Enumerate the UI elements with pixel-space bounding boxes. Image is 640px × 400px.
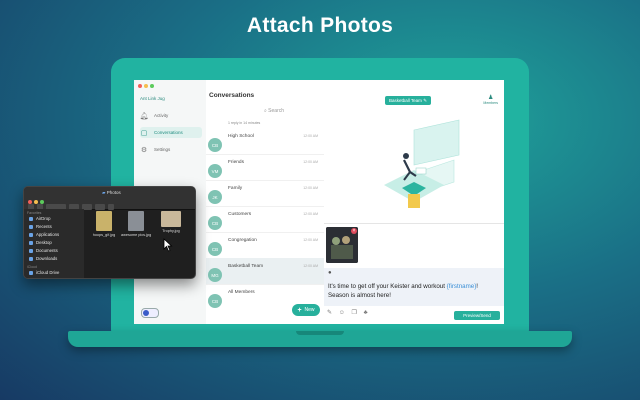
- empty-chat-illustration: [384, 119, 460, 208]
- members-icon: ♟: [488, 95, 494, 101]
- avatar: CB: [208, 216, 222, 230]
- document-icon: [29, 248, 33, 253]
- sidebar-item-conversations[interactable]: ▢ Conversations: [140, 127, 202, 138]
- basketball-emoji-icon: ●: [328, 270, 332, 276]
- list-item[interactable]: CB Congregation 12:00 AM: [206, 232, 324, 259]
- attached-photo-thumbnail[interactable]: ×: [326, 227, 358, 263]
- image-file-icon: [96, 211, 112, 231]
- copy-icon[interactable]: ❐: [352, 310, 357, 316]
- sidebar-item-label: Activity: [154, 113, 169, 118]
- list-item[interactable]: CB High School 12:00 AM: [206, 128, 324, 155]
- finder-window: ▰ Photos Favorites AirDrop Recents Appli…: [23, 186, 196, 279]
- desktop-icon: [29, 240, 33, 245]
- remove-attachment-icon[interactable]: ×: [351, 228, 357, 234]
- folder-icon: ▰: [102, 190, 106, 195]
- conversation-subtitle: 1 reply in 14 minutes: [228, 121, 261, 125]
- mouse-cursor-icon: [163, 238, 173, 252]
- sidebar-item-airdrop[interactable]: AirDrop: [29, 216, 51, 221]
- gear-icon: ⚙: [140, 146, 148, 154]
- window-controls[interactable]: [138, 84, 156, 90]
- composer-toolbar: ✎ ☺ ❐ ♣: [327, 309, 373, 316]
- list-item[interactable]: CB Customers 12:00 AM: [206, 206, 324, 233]
- image-file-icon: [161, 211, 181, 227]
- clock-icon: [29, 224, 33, 229]
- laptop-base: [68, 331, 572, 347]
- avatar: CB: [208, 138, 222, 152]
- avatar: VM: [208, 164, 222, 178]
- theme-toggle[interactable]: [141, 308, 159, 318]
- sidebar-item-desktop[interactable]: Desktop: [29, 240, 52, 245]
- message-composer[interactable]: ● It's time to get off your Keister and …: [324, 268, 504, 306]
- list-item[interactable]: VM Friends 12:00 AM: [206, 154, 324, 181]
- cloud-icon: [29, 270, 33, 275]
- conversation-list: Conversations ⌕ Search 1 reply in 14 min…: [206, 80, 325, 324]
- members-button[interactable]: ♟ Members: [483, 94, 498, 105]
- image-file-icon: [128, 211, 144, 231]
- avatar: MG: [208, 268, 222, 282]
- file-item[interactable]: hoops_gif.jpg: [89, 211, 119, 237]
- bell-icon: 🔔︎: [139, 112, 149, 120]
- file-item[interactable]: Trophy.jpg: [156, 211, 186, 233]
- search-input[interactable]: ⌕ Search: [228, 108, 320, 114]
- sidebar-item-applications[interactable]: Applications: [29, 232, 59, 237]
- sidebar-item-icloud-drive[interactable]: iCloud Drive: [29, 270, 59, 275]
- chat-panel: Basketball Team ✎ ♟ Members × ● It's tim…: [324, 80, 504, 324]
- airdrop-icon: [29, 216, 33, 221]
- list-item-selected[interactable]: MG Basketball Team 12:00 AM: [206, 258, 324, 285]
- chat-bubbles-icon: ▢: [140, 129, 148, 137]
- avatar: CB: [208, 242, 222, 256]
- group-icon[interactable]: ♣: [364, 310, 368, 316]
- avatar: JK: [208, 190, 222, 204]
- finder-sidebar: Favorites AirDrop Recents Applications D…: [24, 209, 84, 278]
- finder-title: ▰ Photos: [102, 190, 121, 195]
- preview-send-button[interactable]: Preview/Send: [454, 311, 500, 320]
- file-item[interactable]: awesome pics.jpg: [121, 211, 151, 237]
- sidebar-item-downloads[interactable]: Downloads: [29, 256, 57, 261]
- team-tag[interactable]: Basketball Team ✎: [385, 96, 431, 105]
- sidebar-item-documents[interactable]: Documents: [29, 248, 58, 253]
- sidebar-item-recents[interactable]: Recents: [29, 224, 52, 229]
- firstname-merge-tag: {firstname}: [446, 283, 477, 290]
- avatar: CB: [208, 294, 222, 308]
- conversations-title: Conversations: [209, 92, 255, 99]
- brand-label: Ant Link Jug: [140, 96, 165, 101]
- edit-icon: ✎: [423, 97, 427, 103]
- sidebar-item-settings[interactable]: ⚙ Settings: [140, 144, 202, 155]
- paperclip-icon[interactable]: ✎: [327, 310, 332, 316]
- sidebar-item-label: Conversations: [154, 130, 183, 135]
- headline: Attach Photos: [246, 14, 394, 37]
- emoji-icon[interactable]: ☺: [339, 310, 345, 316]
- apps-icon: [29, 232, 33, 237]
- sidebar-item-activity[interactable]: 🔔︎ Activity: [140, 110, 202, 121]
- message-text[interactable]: It's time to get off your Keister and wo…: [328, 282, 498, 300]
- finder-toolbar: ▰ Photos: [24, 187, 195, 210]
- list-item[interactable]: JK Family 12:00 AM: [206, 180, 324, 207]
- new-conversation-button[interactable]: + New: [292, 304, 320, 316]
- plus-icon: +: [297, 306, 302, 314]
- sidebar-item-label: Settings: [154, 147, 171, 152]
- download-icon: [29, 256, 33, 261]
